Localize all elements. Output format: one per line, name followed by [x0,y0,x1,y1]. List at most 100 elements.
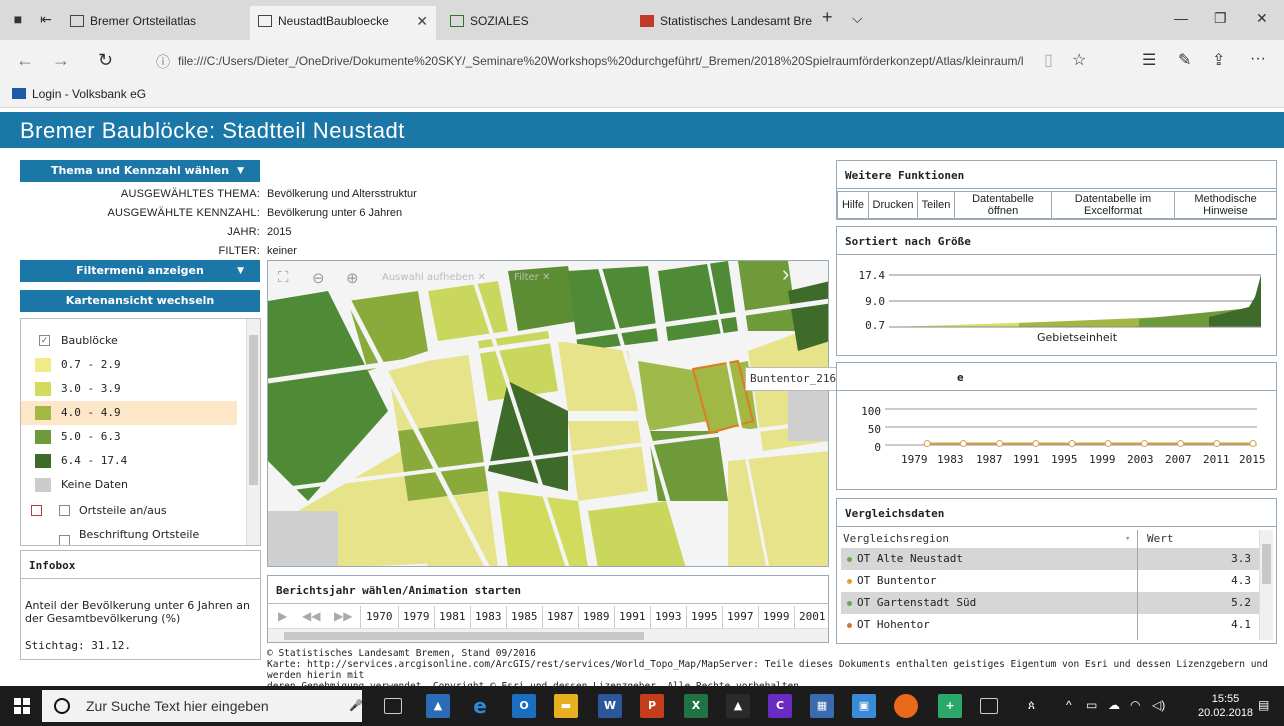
notifications-icon[interactable]: ▤ [1258,698,1269,712]
compare-scrollbar[interactable] [1259,530,1273,640]
taskbar-search-input[interactable]: Zur Suche Text hier eingeben [42,690,362,722]
year-1970[interactable]: 1970 [366,610,393,623]
share-button[interactable]: Teilen [917,191,955,219]
forward-icon[interactable]: → [52,50,70,71]
close-window-icon[interactable]: ✕ [1256,10,1268,27]
app-icon-blue[interactable]: ▲ [426,694,450,718]
year-scrollbar[interactable] [268,628,828,642]
url-field[interactable]: file:///C:/Users/Dieter_/OneDrive/Dokume… [178,51,1058,71]
powerpoint-icon[interactable]: P [640,694,664,718]
close-tab-icon[interactable]: ✕ [416,6,428,36]
windows-start-icon[interactable] [14,698,30,714]
year-1989[interactable]: 1989 [583,610,610,623]
table-row[interactable]: OT Gartenstadt Süd 5.2 [841,592,1259,614]
open-table-button[interactable]: Datentabelle öffnen [954,191,1052,219]
series-point[interactable] [1249,440,1257,448]
theme-select-button[interactable]: Thema und Kennzahl wählen ▼ [20,160,260,182]
excel-icon[interactable]: X [684,694,708,718]
people-icon[interactable]: ጰ [1028,698,1035,713]
legend-class-3[interactable]: 4.0 - 4.9 [21,401,237,425]
restore-icon[interactable]: ❐ [1214,10,1227,27]
print-button[interactable]: Drucken [868,191,918,219]
outlook-icon[interactable]: O [512,694,536,718]
firefox-icon[interactable] [894,694,918,718]
layer-toggle-baublocke[interactable]: ✓ Baublöcke [21,329,237,353]
step-forward-icon[interactable]: ▶▶ [334,609,352,623]
map-canvas[interactable]: ⛶ ⊖ ⊕ Auswahl aufheben ✕ Filter ✕ › [267,260,829,567]
favorite-volksbank[interactable]: Login - Volksbank eG [12,87,146,101]
edge-icon[interactable]: e [468,694,492,718]
beschriftung-toggle[interactable]: Beschriftung Ortsteile [21,523,237,545]
scrollbar-thumb[interactable] [1262,544,1271,584]
table-row[interactable]: OT Buntentor 4.3 [841,570,1259,592]
wifi-icon[interactable]: ◠ [1130,698,1140,712]
column-header[interactable]: Vergleichsregion [843,530,949,548]
legend-scrollbar[interactable] [246,319,260,545]
year-1995[interactable]: 1995 [691,610,718,623]
series-point[interactable] [1032,440,1040,448]
more-icon[interactable]: ··· [1250,50,1266,68]
series-point[interactable] [1213,440,1221,448]
minimize-icon[interactable]: — [1174,10,1188,26]
app-icon-green[interactable]: + [938,694,962,718]
series-point[interactable] [1177,440,1185,448]
map-view-button[interactable]: Kartenansicht wechseln [20,290,260,312]
zoom-out-icon[interactable]: ⊖ [312,269,325,287]
step-back-icon[interactable]: ◀◀ [302,609,320,623]
word-icon[interactable]: W [598,694,622,718]
year-1993[interactable]: 1993 [655,610,682,623]
year-1985[interactable]: 1985 [511,610,538,623]
ortsteile-checkbox[interactable] [59,505,70,516]
cloud-icon[interactable]: ☁ [1108,698,1120,712]
deselect-button[interactable]: Auswahl aufheben ✕ [382,272,486,283]
table-row[interactable]: OT Alte Neustadt 3.3 [841,548,1259,570]
year-1991[interactable]: 1991 [619,610,646,623]
tab-neustadtbaubloecke[interactable]: NeustadtBaubloecke ✕ [250,6,436,40]
help-button[interactable]: Hilfe [837,191,869,219]
fullscreen-icon[interactable]: ⛶ [278,269,289,286]
checkbox-checked-icon[interactable]: ✓ [39,335,50,346]
filter-clear-button[interactable]: Filter ✕ [514,272,550,283]
photos-icon[interactable]: ▲ [726,694,750,718]
series-point[interactable] [1068,440,1076,448]
chevron-down-icon[interactable]: ⌵ [852,10,863,27]
sort-caret-icon[interactable]: ▾ [1125,530,1130,548]
series-point[interactable] [959,440,967,448]
share-icon[interactable]: ⇪ [1212,50,1225,70]
clock[interactable]: 15:55 20.02.2018 [1198,692,1253,720]
year-2001[interactable]: 2001 [799,610,826,623]
year-1997[interactable]: 1997 [727,610,754,623]
filter-menu-button[interactable]: Filtermenü anzeigen ▼ [20,260,260,282]
year-1979[interactable]: 1979 [403,610,430,623]
series-point[interactable] [923,440,931,448]
series-point[interactable] [1104,440,1112,448]
task-view-icon[interactable] [384,698,402,714]
series-point[interactable] [1140,440,1148,448]
pen-icon[interactable]: ✎ [1178,50,1191,70]
scrollbar-thumb[interactable] [249,335,258,485]
tray-chevron-icon[interactable]: ^ [1066,698,1072,712]
year-1983[interactable]: 1983 [475,610,502,623]
favorites-hub-icon[interactable]: ☰ [1142,50,1156,70]
play-icon[interactable]: ▶ [278,609,287,623]
year-1987[interactable]: 1987 [547,610,574,623]
series-point[interactable] [996,440,1004,448]
back-icon[interactable]: ← [16,50,34,71]
app-icon-purple[interactable]: C [768,694,792,718]
scrollbar-thumb[interactable] [284,632,644,640]
excel-table-button[interactable]: Datentabelle im Excelformat [1051,191,1175,219]
app-icon-map[interactable]: ▦ [810,694,834,718]
year-1999[interactable]: 1999 [763,610,790,623]
tab-statistisches-landesamt[interactable]: Statistisches Landesamt Bre [632,6,812,40]
tab-bremer-ortsteilatlas[interactable]: Bremer Ortsteilatlas [62,6,242,40]
tab-preview-icon[interactable]: ⇤ [38,11,54,27]
new-tab-icon[interactable]: + [822,7,833,28]
beschriftung-checkbox[interactable] [59,535,70,545]
app-icon-cyan[interactable]: ▣ [852,694,876,718]
table-row[interactable]: OT Hohentor 4.1 [841,614,1259,636]
window-icon[interactable] [980,698,998,714]
refresh-icon[interactable]: ↻ [98,50,113,71]
reading-view-icon[interactable]: ▯ [1044,50,1053,70]
microphone-icon[interactable]: 🎤 [344,694,368,718]
explorer-icon[interactable]: ▬ [554,694,578,718]
